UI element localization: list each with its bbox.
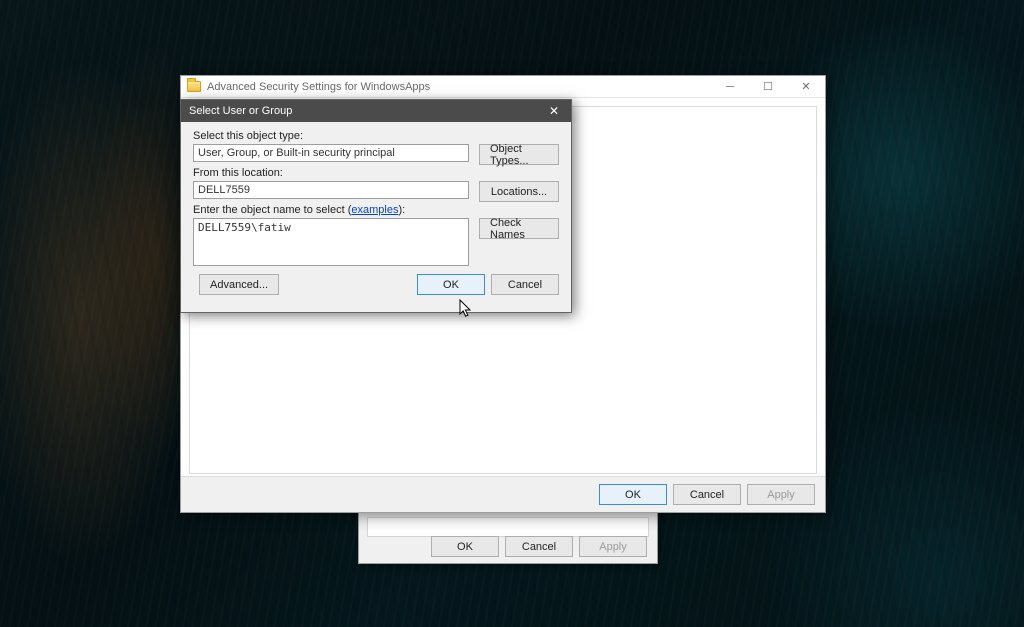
object-name-label-prefix: Enter the object name to select ( (193, 204, 351, 216)
apply-button[interactable]: Apply (747, 484, 815, 505)
close-button[interactable]: ✕ (541, 102, 567, 120)
object-name-label: Enter the object name to select (example… (193, 204, 469, 216)
object-types-button[interactable]: Object Types... (479, 144, 559, 165)
object-name-input[interactable] (193, 218, 469, 266)
close-icon: ✕ (549, 104, 559, 118)
ok-button[interactable]: OK (417, 274, 485, 295)
select-user-or-group-dialog: Select User or Group ✕ Select this objec… (180, 99, 572, 313)
cancel-button[interactable]: Cancel (673, 484, 741, 505)
maximize-button[interactable]: ☐ (749, 77, 787, 97)
minimize-button[interactable]: ─ (711, 77, 749, 97)
cancel-button[interactable]: Cancel (505, 536, 573, 557)
object-name-label-suffix: ): (398, 204, 405, 216)
object-type-label: Select this object type: (193, 130, 469, 142)
cancel-button[interactable]: Cancel (491, 274, 559, 295)
locations-button[interactable]: Locations... (479, 181, 559, 202)
window-footer: OK Cancel Apply (181, 476, 825, 512)
location-field[interactable] (193, 181, 469, 199)
apply-button[interactable]: Apply (579, 536, 647, 557)
location-label: From this location: (193, 167, 469, 179)
underlying-dialog: OK Cancel Apply (358, 508, 658, 564)
dialog-title: Select User or Group (189, 105, 292, 117)
underlying-dialog-content (367, 517, 649, 537)
window-title: Advanced Security Settings for WindowsAp… (207, 81, 430, 93)
object-type-field[interactable] (193, 144, 469, 162)
advanced-button[interactable]: Advanced... (199, 274, 279, 295)
ok-button[interactable]: OK (431, 536, 499, 557)
folder-icon (187, 81, 201, 92)
dialog-titlebar[interactable]: Select User or Group ✕ (181, 100, 571, 122)
window-titlebar[interactable]: Advanced Security Settings for WindowsAp… (181, 76, 825, 98)
examples-link[interactable]: examples (351, 204, 398, 216)
close-button[interactable]: ✕ (787, 77, 825, 97)
check-names-button[interactable]: Check Names (479, 218, 559, 239)
ok-button[interactable]: OK (599, 484, 667, 505)
